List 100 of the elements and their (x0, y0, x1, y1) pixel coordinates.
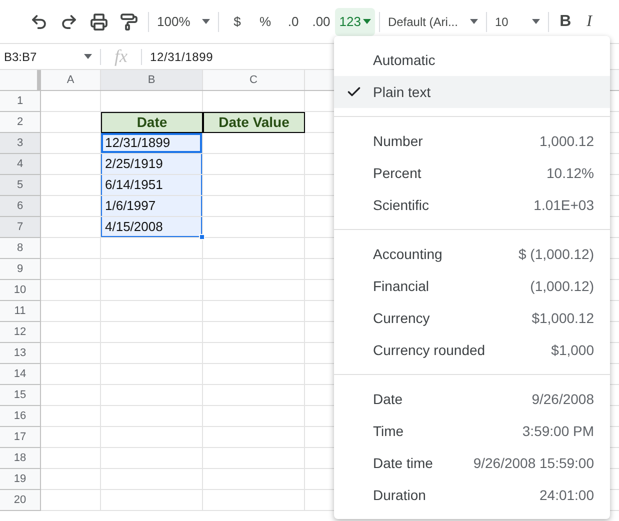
table-cell[interactable] (203, 406, 305, 427)
row-header[interactable]: 19 (0, 469, 41, 490)
row-header[interactable]: 18 (0, 448, 41, 469)
table-cell[interactable] (203, 469, 305, 490)
table-cell[interactable]: 12/31/1899 (101, 133, 203, 154)
italic-button[interactable]: I (577, 8, 602, 36)
zoom-dropdown[interactable]: 100% (153, 8, 214, 36)
fill-handle[interactable] (199, 234, 205, 240)
table-cell[interactable] (41, 469, 101, 490)
table-cell[interactable] (101, 427, 203, 448)
menu-item[interactable]: Currency rounded $1,000 (334, 334, 610, 366)
menu-item[interactable]: Date time 9/26/2008 15:59:00 (334, 447, 610, 479)
row-header[interactable]: 20 (0, 490, 41, 511)
row-header[interactable]: 11 (0, 301, 41, 322)
row-header[interactable]: 13 (0, 343, 41, 364)
row-header[interactable]: 12 (0, 322, 41, 343)
row-header[interactable]: 1 (0, 91, 41, 112)
table-cell[interactable] (101, 322, 203, 343)
table-cell[interactable] (101, 448, 203, 469)
decrease-decimal-button[interactable]: .0 (279, 8, 308, 36)
table-cell[interactable] (203, 322, 305, 343)
menu-item[interactable]: Accounting $ (1,000.12) (334, 238, 610, 270)
currency-button[interactable]: $ (223, 8, 252, 36)
row-header[interactable]: 3 (0, 133, 41, 154)
table-cell[interactable] (101, 469, 203, 490)
increase-decimal-button[interactable]: .00 (307, 8, 336, 36)
table-cell[interactable] (41, 448, 101, 469)
table-cell[interactable]: 2/25/1919 (101, 154, 203, 175)
table-cell[interactable] (101, 364, 203, 385)
table-cell[interactable] (203, 133, 305, 154)
table-cell[interactable] (203, 154, 305, 175)
table-cell[interactable] (41, 490, 101, 511)
row-header[interactable]: 7 (0, 217, 41, 238)
table-cell[interactable] (203, 364, 305, 385)
table-cell[interactable] (203, 385, 305, 406)
row-header[interactable]: 15 (0, 385, 41, 406)
row-header[interactable]: 8 (0, 238, 41, 259)
table-cell[interactable] (41, 385, 101, 406)
format-button[interactable]: 123 (335, 8, 375, 36)
table-cell[interactable] (203, 175, 305, 196)
table-cell[interactable] (41, 238, 101, 259)
table-cell[interactable] (41, 301, 101, 322)
table-cell[interactable] (101, 385, 203, 406)
row-header[interactable]: 6 (0, 196, 41, 217)
row-header[interactable]: 17 (0, 427, 41, 448)
table-cell[interactable] (101, 280, 203, 301)
table-cell[interactable] (41, 91, 101, 112)
table-cell[interactable] (203, 301, 305, 322)
table-cell[interactable]: 1/6/1997 (101, 196, 203, 217)
column-header[interactable]: C (203, 70, 305, 90)
table-cell[interactable]: 4/15/2008 (101, 217, 203, 238)
menu-item[interactable]: Duration 24:01:00 (334, 479, 610, 511)
formula-input[interactable]: 12/31/1899 (142, 48, 214, 66)
row-header[interactable]: 10 (0, 280, 41, 301)
percent-button[interactable]: % (251, 8, 280, 36)
table-cell[interactable] (203, 427, 305, 448)
menu-item[interactable]: Currency $1,000.12 (334, 302, 610, 334)
table-cell[interactable] (203, 259, 305, 280)
table-cell[interactable] (101, 259, 203, 280)
table-cell[interactable] (101, 406, 203, 427)
column-header[interactable]: B (101, 70, 203, 90)
menu-item[interactable]: Date 9/26/2008 (334, 383, 610, 415)
font-dropdown[interactable]: Default (Ari... (384, 8, 482, 36)
table-cell[interactable] (101, 238, 203, 259)
menu-item[interactable]: Number 1,000.12 (334, 125, 610, 157)
menu-item[interactable]: Percent 10.12% (334, 157, 610, 189)
table-cell[interactable] (203, 217, 305, 238)
table-cell[interactable] (203, 490, 305, 511)
table-cell[interactable] (41, 322, 101, 343)
table-cell[interactable] (41, 280, 101, 301)
bold-button[interactable]: B (553, 8, 578, 36)
table-cell[interactable]: 6/14/1951 (101, 175, 203, 196)
menu-item[interactable]: Plain text (334, 76, 610, 108)
row-header[interactable]: 4 (0, 154, 41, 175)
table-cell[interactable] (101, 301, 203, 322)
row-header[interactable]: 5 (0, 175, 41, 196)
table-cell[interactable] (41, 427, 101, 448)
table-cell[interactable] (203, 280, 305, 301)
menu-item[interactable]: Time 3:59:00 PM (334, 415, 610, 447)
row-header[interactable]: 2 (0, 112, 41, 133)
table-cell[interactable] (41, 364, 101, 385)
header-cell[interactable]: Date Value (203, 112, 305, 133)
table-cell[interactable] (101, 490, 203, 511)
row-header[interactable]: 16 (0, 406, 41, 427)
menu-item[interactable]: Automatic (334, 44, 610, 76)
table-cell[interactable] (203, 448, 305, 469)
table-cell[interactable] (203, 196, 305, 217)
row-header[interactable]: 14 (0, 364, 41, 385)
table-cell[interactable] (41, 343, 101, 364)
font-size-dropdown[interactable]: 10 (490, 8, 544, 36)
row-header[interactable]: 9 (0, 259, 41, 280)
table-cell[interactable] (41, 406, 101, 427)
name-box[interactable]: B3:B7 (0, 44, 100, 69)
menu-item[interactable]: Scientific 1.01E+03 (334, 189, 610, 221)
table-cell[interactable] (203, 343, 305, 364)
menu-item[interactable]: Financial (1,000.12) (334, 270, 610, 302)
table-cell[interactable] (101, 343, 203, 364)
table-cell[interactable] (41, 259, 101, 280)
table-cell[interactable] (203, 238, 305, 259)
header-cell[interactable]: Date (101, 112, 203, 133)
